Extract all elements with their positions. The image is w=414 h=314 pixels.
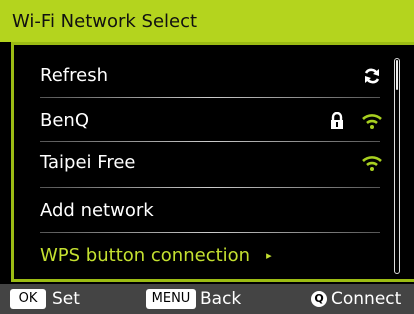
wifi-signal-icon [361, 99, 383, 143]
wifi-signal-icon [361, 141, 383, 185]
menu-item-label: Refresh [40, 65, 108, 86]
submenu-arrow-icon: ▸ [266, 249, 272, 262]
menu-item-label: WPS button connection [40, 245, 251, 266]
network-item-taipei-free[interactable]: Taipei Free [40, 141, 384, 185]
divider [40, 97, 380, 98]
network-item-benq[interactable]: BenQ [40, 99, 384, 143]
scrollbar-thumb[interactable] [396, 60, 398, 90]
lock-icon [330, 99, 344, 143]
menu-key-icon: MENU [146, 289, 196, 309]
divider [40, 187, 380, 188]
q-connect-label: Connect [331, 289, 402, 309]
q-key-icon: Q [311, 291, 327, 307]
title-bar: Wi-Fi Network Select [0, 0, 414, 42]
menu-item-label: Taipei Free [40, 152, 136, 173]
button-guide-bar: OK Set MENU Back Q Connect [0, 284, 414, 314]
divider [40, 232, 380, 233]
menu-item-label: Add network [40, 200, 154, 221]
refresh-icon [362, 54, 382, 98]
ok-key-icon: OK [10, 289, 46, 309]
menu-item-wps-button-connection[interactable]: WPS button connection ▸ [40, 234, 384, 278]
menu-item-label: BenQ [40, 110, 89, 131]
page-title: Wi-Fi Network Select [12, 11, 198, 32]
menu-item-add-network[interactable]: Add network [40, 189, 384, 233]
ok-set-label: Set [52, 289, 80, 309]
scrollbar[interactable] [394, 58, 400, 274]
menu-item-refresh[interactable]: Refresh [40, 54, 384, 98]
menu-back-label: Back [200, 289, 242, 309]
